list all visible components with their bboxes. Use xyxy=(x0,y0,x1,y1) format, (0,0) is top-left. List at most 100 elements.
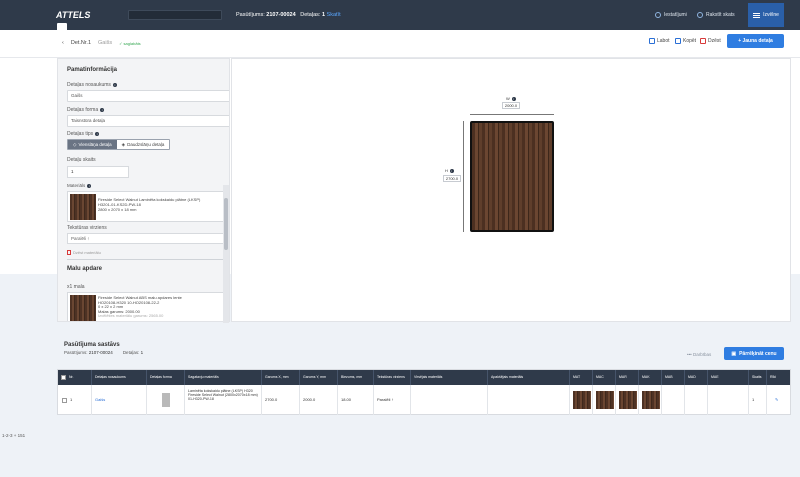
breadcrumb: ‹ Det.Nr.1 Gaišs ✓ saglabāts xyxy=(62,40,141,46)
copy-label: Kopēt xyxy=(683,38,697,44)
detail-title: Det.Nr.1 xyxy=(70,40,92,46)
table-row[interactable]: 1 xyxy=(58,385,92,415)
type-label-text: Detaļas tips xyxy=(67,131,94,137)
delete-button[interactable]: Dzēst xyxy=(700,38,721,44)
select-all-checkbox[interactable] xyxy=(61,375,66,380)
info-icon[interactable]: i xyxy=(87,183,92,188)
delete-label: Dzēst xyxy=(708,38,721,44)
summary-order-label: Pasūtījums: xyxy=(64,350,88,355)
actions-link[interactable]: ••• Darbības xyxy=(687,352,711,357)
settings-link[interactable]: Iestatījumi xyxy=(655,12,687,18)
attach-icon[interactable]: ✎ xyxy=(775,397,778,402)
row-edge-cell xyxy=(708,385,749,415)
summary-sub: Pasūtījums: 2107-00024 Detaļas: 1 xyxy=(64,350,143,355)
menu-button[interactable]: Izvēlne xyxy=(748,3,784,27)
logo[interactable]: ATTELS xyxy=(56,8,100,33)
material-label-text: Materiāls xyxy=(67,183,86,188)
width-dim-line xyxy=(470,114,554,115)
col-material[interactable]: Sagatavju materiāls xyxy=(185,370,262,385)
material-card: Fireside Select Walnut Laminēta kokskaid… xyxy=(67,191,229,222)
col-top-material[interactable]: Virsējais materiāls xyxy=(411,370,488,385)
save-status: ✓ saglabāts xyxy=(119,40,141,46)
col-thickness[interactable]: Biezums, mm xyxy=(338,370,374,385)
contact-link[interactable]: Rakstīt skats xyxy=(697,12,735,18)
material-label: Materiāls i xyxy=(67,183,92,188)
col-count[interactable]: Skaits xyxy=(749,370,767,385)
recalculate-price-button[interactable]: ▣ Pārrēķināt cenu xyxy=(724,347,784,360)
scrollbar-thumb[interactable] xyxy=(224,198,228,250)
info-icon[interactable]: i xyxy=(112,83,117,87)
col-length-y[interactable]: Garums Y, mm xyxy=(300,370,338,385)
edge-thumbnail xyxy=(596,391,614,409)
col-texture[interactable]: Tekstūras virziens xyxy=(374,370,411,385)
top-order-info: Pasūtījums: 2107-00024 Detaļas: 1 Skatīt xyxy=(236,12,341,18)
col-length-x[interactable]: Garums X, mm xyxy=(262,370,300,385)
shape-value: Taisnstūra detaļa xyxy=(71,118,106,123)
height-dim-value[interactable]: 2700.0 xyxy=(443,175,461,182)
detail-form-panel: Pamatinformācija Detaļas nosaukums i Gaiš… xyxy=(57,58,230,322)
back-chevron-icon[interactable]: ‹ xyxy=(62,40,64,46)
count-label-text: Detaļu skaits xyxy=(67,157,96,163)
details-link[interactable]: Skatīt xyxy=(327,12,341,18)
material-text: Fireside Select Walnut Laminēta kokskaid… xyxy=(98,197,228,212)
new-detail-button[interactable]: + Jauna detaļa xyxy=(727,34,784,48)
row-edge-cell xyxy=(685,385,708,415)
calculator-icon: ▣ xyxy=(731,350,737,357)
summary-order: Pasūtījums: 2107-00024 xyxy=(64,350,113,355)
row-texture: Paralēli ↑ xyxy=(374,385,411,415)
row-tools: ✎ xyxy=(767,385,790,415)
info-icon[interactable]: i xyxy=(449,168,454,173)
material-thumbnail xyxy=(70,194,96,220)
height-dim-label: Hi xyxy=(445,168,454,173)
edge-section-title: Malu apdare xyxy=(67,266,103,272)
order-table: Nr. Detaļas nosaukums Detaļas forma Saga… xyxy=(57,369,791,415)
contact-label: Rakstīt skats xyxy=(706,12,735,18)
remove-material-link[interactable]: Dzēst materiālu xyxy=(67,250,101,255)
texture-value: Paralēli ↑ xyxy=(71,236,90,241)
col-edge[interactable]: MAC xyxy=(593,370,616,385)
col-edge[interactable]: MAE xyxy=(708,370,749,385)
top-search-input[interactable] xyxy=(128,10,222,20)
col-tools[interactable]: Rīki xyxy=(767,370,790,385)
summary-details-label: Detaļas: xyxy=(122,350,140,355)
edge-side-label: x1 mala xyxy=(67,284,85,290)
name-input[interactable]: Gaišs xyxy=(67,90,229,102)
row-name-cell[interactable]: Gaišs xyxy=(92,385,147,415)
width-dim-label: Wi xyxy=(506,96,516,101)
col-edge[interactable]: MAR xyxy=(616,370,639,385)
edit-button[interactable]: Labot xyxy=(649,38,670,44)
width-dim-value[interactable]: 2000.0 xyxy=(502,102,520,109)
info-icon[interactable]: i xyxy=(511,96,516,101)
col-shape[interactable]: Detaļas forma xyxy=(147,370,185,385)
col-name[interactable]: Detaļas nosaukums xyxy=(92,370,147,385)
footer-note: 1-2-3 + 151 xyxy=(2,433,26,438)
details-count: 1 xyxy=(321,12,326,18)
height-dim-line xyxy=(463,121,464,232)
col-nr[interactable]: Nr. xyxy=(58,370,92,385)
table-header: Nr. Detaļas nosaukums Detaļas forma Saga… xyxy=(58,370,790,385)
layers-icon: ◈ xyxy=(121,141,126,147)
count-input[interactable]: 1 xyxy=(67,166,129,178)
row-length-x: 2700.0 xyxy=(262,385,300,415)
type-multi-layer[interactable]: ◈ Daudzslāņu detaļa xyxy=(116,140,170,149)
info-icon[interactable]: i xyxy=(100,108,105,112)
row-shape-cell xyxy=(147,385,185,415)
texture-select[interactable]: Paralēli ↑ xyxy=(67,233,229,244)
col-edge[interactable]: MAB xyxy=(662,370,685,385)
edit-icon xyxy=(649,38,655,44)
col-edge[interactable]: MAK xyxy=(639,370,662,385)
row-top-material xyxy=(411,385,488,415)
row-checkbox[interactable] xyxy=(62,398,67,403)
row-bottom-material xyxy=(488,385,570,415)
col-edge[interactable]: MAD xyxy=(685,370,708,385)
col-bottom-material[interactable]: Apakšējais materiāls xyxy=(488,370,570,385)
name-label: Detaļas nosaukums i xyxy=(67,82,117,88)
row-name-link[interactable]: Gaišs xyxy=(95,397,105,402)
col-edge[interactable]: MAT xyxy=(570,370,593,385)
copy-button[interactable]: Kopēt xyxy=(675,38,696,44)
info-icon[interactable]: i xyxy=(95,132,100,136)
shape-label-text: Detaļas forma xyxy=(67,107,99,113)
remove-material-label: Dzēst materiālu xyxy=(73,250,101,255)
type-single-layer[interactable]: ◇ Vienslāņa detaļa xyxy=(68,140,117,149)
shape-input[interactable]: Taisnstūra detaļa xyxy=(67,115,229,127)
